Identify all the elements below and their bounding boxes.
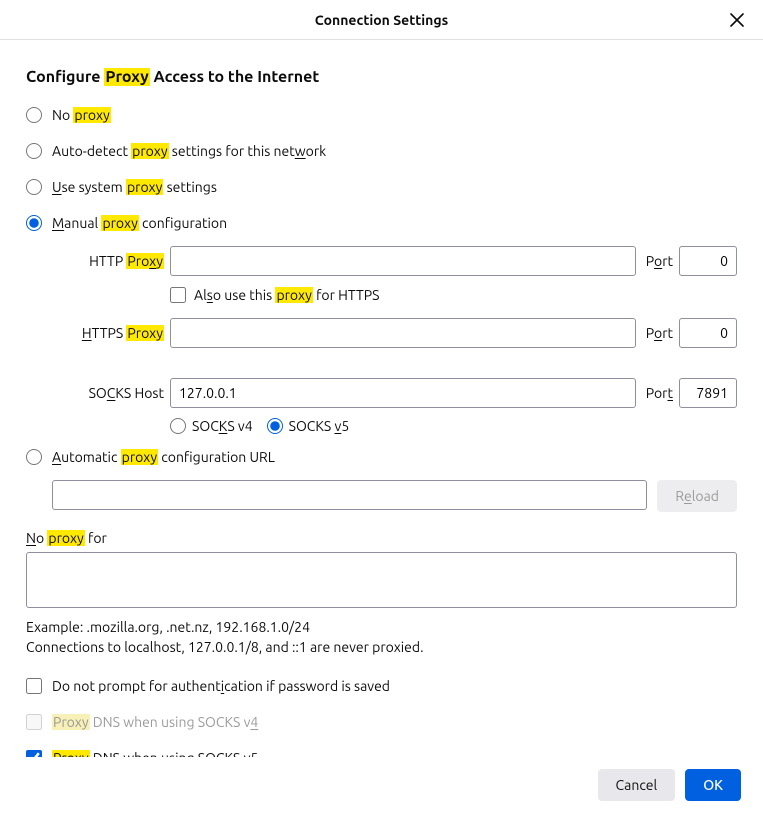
connection-settings-dialog: Connection Settings Configure Proxy Acce… xyxy=(0,0,763,817)
http-port-label: Port xyxy=(642,253,673,269)
radio-manual[interactable] xyxy=(26,215,42,231)
dns-socks5-row[interactable]: Proxy DNS when using SOCKS v5 xyxy=(26,749,737,757)
socks-host-input[interactable] xyxy=(170,378,636,408)
cancel-button[interactable]: Cancel xyxy=(598,769,676,801)
radio-auto-url-row[interactable]: Automatic proxy configuration URL xyxy=(26,448,737,466)
dns-socks5-label: Proxy DNS when using SOCKS v5 xyxy=(52,749,258,757)
dns-socks4-label: Proxy DNS when using SOCKS v4 xyxy=(52,713,258,731)
radio-system-proxy[interactable] xyxy=(26,179,42,195)
dns-socks5-checkbox[interactable] xyxy=(26,750,42,757)
no-proxy-label: No proxy for xyxy=(26,530,737,546)
no-prompt-checkbox[interactable] xyxy=(26,678,42,694)
radio-auto-detect-row[interactable]: Auto-detect proxy settings for this netw… xyxy=(26,142,737,160)
dns-socks4-checkbox xyxy=(26,714,42,730)
radio-socks-v4[interactable] xyxy=(170,418,186,434)
radio-manual-row[interactable]: Manual proxy configuration xyxy=(26,214,737,232)
radio-socks-v5[interactable] xyxy=(267,418,283,434)
manual-fields: HTTP Proxy Port Also use this proxy for … xyxy=(52,246,737,434)
radio-auto-detect-label: Auto-detect proxy settings for this netw… xyxy=(52,142,326,160)
socks-host-label: SOCKS Host xyxy=(52,385,164,401)
radio-auto-detect[interactable] xyxy=(26,143,42,159)
socks-v5-row[interactable]: SOCKS v5 xyxy=(267,418,350,434)
ok-button[interactable]: OK xyxy=(685,769,741,801)
radio-system-proxy-row[interactable]: Use system proxy settings xyxy=(26,178,737,196)
page-heading: Configure Proxy Access to the Internet xyxy=(26,68,737,86)
dialog-footer: Cancel OK xyxy=(0,757,763,817)
https-proxy-input[interactable] xyxy=(170,318,636,348)
http-proxy-label: HTTP Proxy xyxy=(52,253,164,269)
close-icon xyxy=(730,13,744,27)
radio-auto-url[interactable] xyxy=(26,449,42,465)
no-proxy-textarea[interactable] xyxy=(26,552,737,608)
radio-system-proxy-label: Use system proxy settings xyxy=(52,178,217,196)
dns-socks4-row: Proxy DNS when using SOCKS v4 xyxy=(26,713,737,731)
http-proxy-input[interactable] xyxy=(170,246,636,276)
radio-no-proxy-row[interactable]: No proxy xyxy=(26,106,737,124)
no-proxy-example1: Example: .mozilla.org, .net.nz, 192.168.… xyxy=(26,617,737,637)
http-port-input[interactable] xyxy=(679,246,737,276)
https-proxy-label: HTTPS Proxy xyxy=(52,325,164,341)
bottom-checks: Do not prompt for authentication if pass… xyxy=(26,677,737,757)
no-proxy-example2: Connections to localhost, 127.0.0.1/8, a… xyxy=(26,637,737,657)
no-prompt-label: Do not prompt for authentication if pass… xyxy=(52,677,390,695)
also-use-https-label: Also use this proxy for HTTPS xyxy=(194,286,379,304)
socks-port-input[interactable] xyxy=(679,378,737,408)
socks-v4-label: SOCKS v4 xyxy=(192,418,253,434)
https-port-input[interactable] xyxy=(679,318,737,348)
titlebar: Connection Settings xyxy=(0,0,763,40)
no-proxy-block: No proxy for Example: .mozilla.org, .net… xyxy=(26,530,737,657)
socks-version-row: SOCKS v4 SOCKS v5 xyxy=(170,418,737,434)
socks-port-label: Port xyxy=(642,385,673,401)
radio-no-proxy-label: No proxy xyxy=(52,106,111,124)
socks-v5-label: SOCKS v5 xyxy=(289,418,350,434)
radio-auto-url-label: Automatic proxy configuration URL xyxy=(52,448,275,466)
radio-manual-label: Manual proxy configuration xyxy=(52,214,227,232)
no-prompt-row[interactable]: Do not prompt for authentication if pass… xyxy=(26,677,737,695)
also-use-https-row[interactable]: Also use this proxy for HTTPS xyxy=(170,286,737,304)
close-button[interactable] xyxy=(725,8,749,32)
also-use-https-checkbox[interactable] xyxy=(170,287,186,303)
radio-no-proxy[interactable] xyxy=(26,107,42,123)
auto-url-row: Reload xyxy=(52,480,737,512)
socks-v4-row[interactable]: SOCKS v4 xyxy=(170,418,253,434)
dialog-content: Configure Proxy Access to the Internet N… xyxy=(0,40,763,757)
reload-button[interactable]: Reload xyxy=(657,480,737,512)
dialog-title: Connection Settings xyxy=(315,12,448,28)
auto-url-input[interactable] xyxy=(52,480,647,510)
https-port-label: Port xyxy=(642,325,673,341)
